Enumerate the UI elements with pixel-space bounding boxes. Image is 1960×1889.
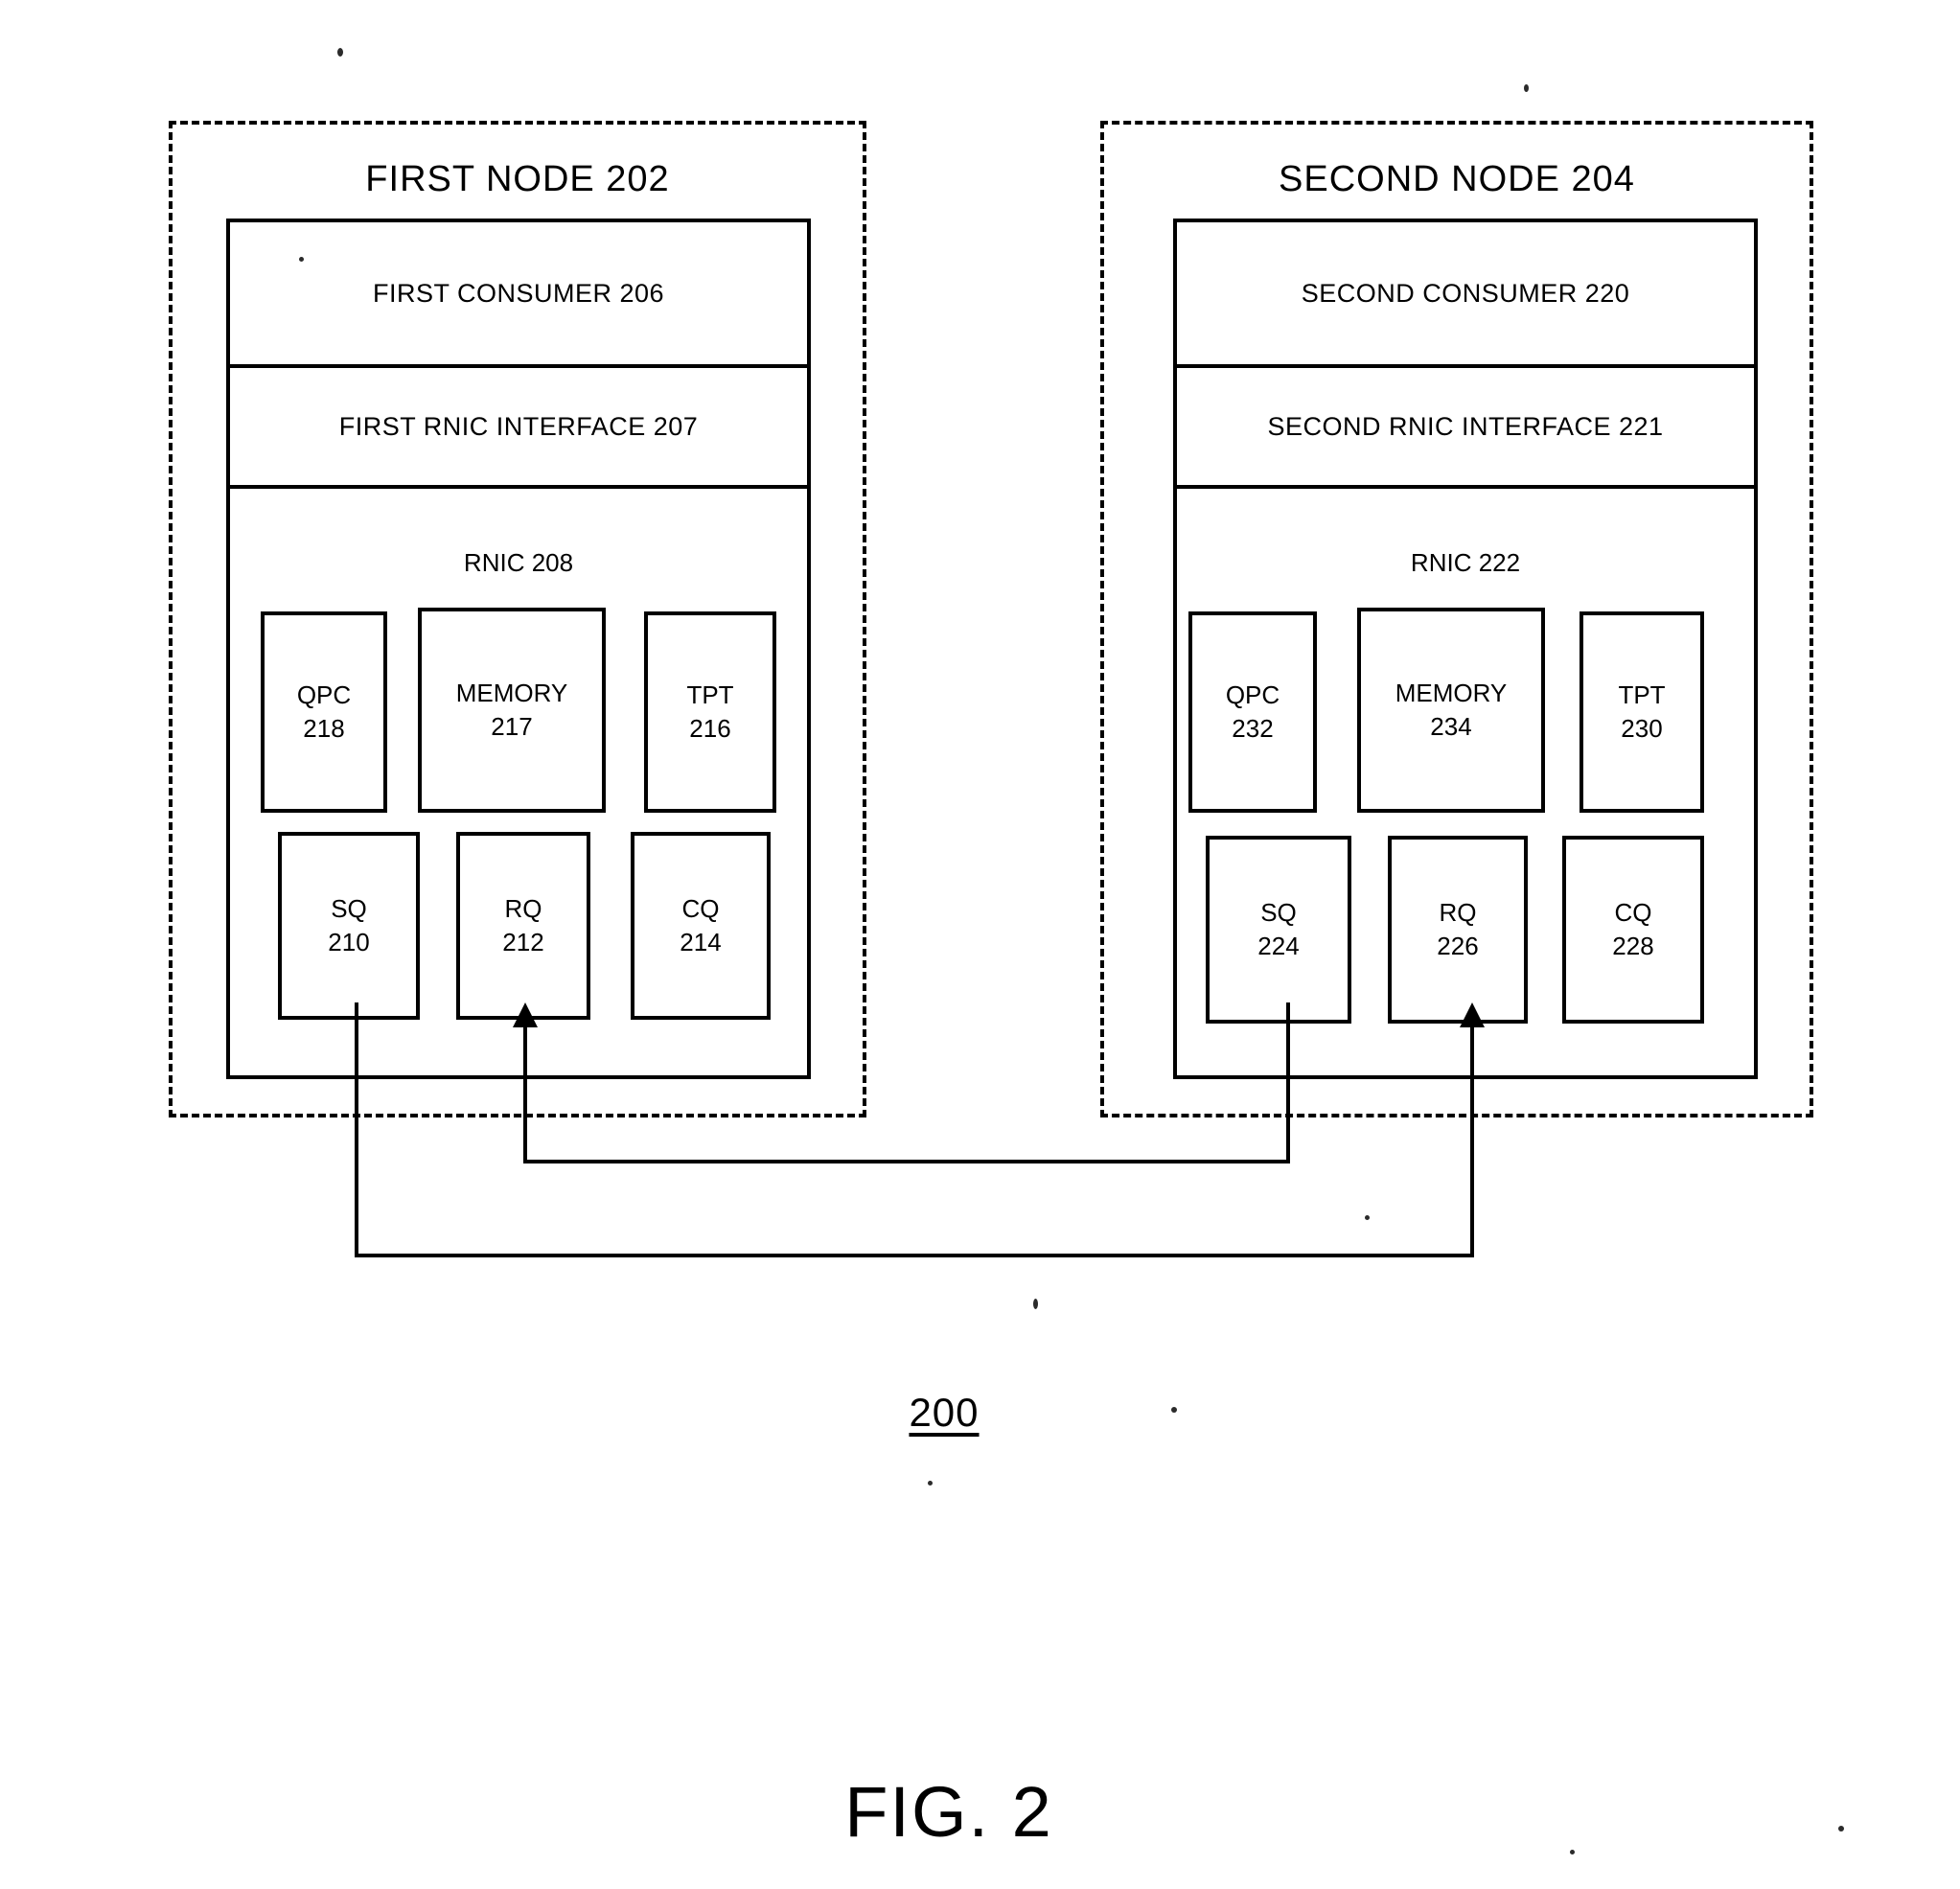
component-number: 232	[1232, 714, 1274, 743]
scan-speck	[1524, 84, 1529, 92]
scan-speck	[1838, 1826, 1844, 1831]
first-consumer-label: FIRST CONSUMER 206	[372, 278, 665, 308]
component-qpc-218: QPC 218	[261, 611, 387, 813]
first-rnic-interface-band: FIRST RNIC INTERFACE 207	[230, 368, 807, 489]
second-rnic-label: RNIC 222	[1410, 548, 1521, 577]
scan-speck	[1365, 1215, 1370, 1220]
component-cq-214: CQ 214	[631, 832, 771, 1020]
component-rq-226: RQ 226	[1388, 836, 1528, 1024]
scan-speck	[1570, 1850, 1575, 1854]
second-consumer-label: SECOND CONSUMER 220	[1301, 278, 1630, 308]
component-number: 214	[680, 928, 722, 956]
scan-speck	[1033, 1299, 1038, 1309]
figure-page: FIRST NODE 202 FIRST CONSUMER 206 FIRST …	[0, 0, 1960, 1889]
component-qpc-232: QPC 232	[1188, 611, 1317, 813]
component-number: 212	[502, 928, 544, 956]
second-consumer-band: SECOND CONSUMER 220	[1177, 222, 1754, 368]
component-name: SQ	[331, 893, 367, 923]
component-sq-224: SQ 224	[1206, 836, 1351, 1024]
component-number: 228	[1612, 932, 1654, 960]
component-name: QPC	[296, 680, 352, 709]
connector-rq226-arrowhead	[1460, 1002, 1485, 1027]
first-consumer-band: FIRST CONSUMER 206	[230, 222, 807, 368]
second-rnic-band: RNIC 222 QPC 232 MEMORY 234 TPT 230 SQ 2…	[1177, 489, 1754, 1075]
second-node-title: SECOND NODE 204	[1279, 159, 1635, 199]
component-name: TPT	[686, 680, 734, 709]
scan-speck	[1171, 1407, 1177, 1413]
second-rnic-interface-label: SECOND RNIC INTERFACE 221	[1267, 411, 1664, 441]
component-number: 234	[1430, 712, 1472, 741]
second-rnic-interface-band: SECOND RNIC INTERFACE 221	[1177, 368, 1754, 489]
first-rnic-band: RNIC 208 QPC 218 MEMORY 217 TPT 216 SQ 2…	[230, 489, 807, 1075]
connector-sq224-drop	[1286, 1002, 1290, 1163]
scan-speck	[928, 1481, 933, 1486]
component-name: MEMORY	[455, 678, 568, 707]
component-memory-234: MEMORY 234	[1357, 608, 1545, 813]
scan-speck	[299, 257, 304, 262]
component-number: 210	[328, 928, 370, 956]
first-node-inner-stack: FIRST CONSUMER 206 FIRST RNIC INTERFACE …	[226, 219, 811, 1079]
component-name: RQ	[1439, 897, 1477, 927]
figure-caption: FIG. 2	[844, 1772, 1053, 1852]
connector-rq226-riser	[1470, 1006, 1474, 1257]
first-rnic-label: RNIC 208	[463, 548, 574, 577]
connector-sq210-drop	[355, 1002, 358, 1257]
component-sq-210: SQ 210	[278, 832, 420, 1020]
component-number: 216	[689, 714, 731, 743]
connector-sq210-to-rq226-horizontal	[355, 1254, 1474, 1257]
component-number: 224	[1257, 932, 1300, 960]
component-number: 226	[1437, 932, 1479, 960]
component-rq-212: RQ 212	[456, 832, 590, 1020]
second-node-inner-stack: SECOND CONSUMER 220 SECOND RNIC INTERFAC…	[1173, 219, 1758, 1079]
component-tpt-216: TPT 216	[644, 611, 776, 813]
component-cq-228: CQ 228	[1562, 836, 1704, 1024]
component-name: CQ	[681, 893, 720, 923]
component-name: CQ	[1614, 897, 1652, 927]
connector-rq212-arrowhead	[513, 1002, 538, 1027]
component-name: MEMORY	[1395, 678, 1508, 707]
component-name: TPT	[1618, 680, 1666, 709]
component-memory-217: MEMORY 217	[418, 608, 606, 813]
component-number: 218	[303, 714, 345, 743]
component-name: RQ	[504, 893, 542, 923]
connector-sq224-to-rq212-horizontal	[523, 1160, 1290, 1163]
component-tpt-230: TPT 230	[1580, 611, 1704, 813]
scan-speck	[337, 48, 343, 57]
component-name: QPC	[1225, 680, 1280, 709]
component-name: SQ	[1260, 897, 1297, 927]
component-number: 230	[1621, 714, 1663, 743]
component-number: 217	[491, 712, 533, 741]
connector-rq212-riser	[523, 1027, 527, 1163]
first-node-title: FIRST NODE 202	[365, 159, 670, 199]
figure-number: 200	[909, 1390, 980, 1435]
first-rnic-interface-label: FIRST RNIC INTERFACE 207	[338, 411, 699, 441]
